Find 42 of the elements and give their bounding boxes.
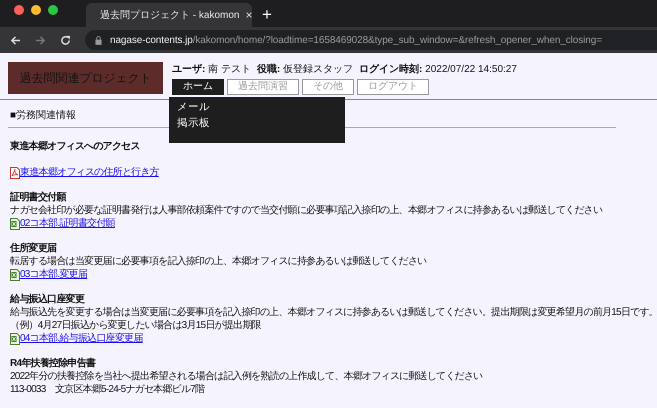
description-text: 2022年分の扶養控除を当社へ提出希望される場合は記入例を熟読の上作成して、本郷オフィスに郵送してください xyxy=(10,370,484,383)
spreadsheet-file-icon xyxy=(10,269,20,281)
reload-icon[interactable] xyxy=(60,34,71,46)
description-text: ナガセ会社印が必要な証明書発行は人事部依頼案件ですので当交付願に必要事項記入捺印の上、本郷オフィスに持参あるいは郵送してください xyxy=(10,204,604,217)
item-title: 証明書交付願 xyxy=(10,191,67,204)
forward-icon[interactable] xyxy=(35,34,46,46)
item-title: R4年扶養控除申告書 xyxy=(10,357,97,370)
description-text: 113-0033 文京区本郷5-24-5ナガセ本郷ビル7階 xyxy=(10,383,206,396)
document-link[interactable]: 04コ本部.給与振込口座変更届 xyxy=(20,332,143,345)
close-window-button[interactable] xyxy=(14,5,24,15)
browser-tab[interactable]: 過去問プロジェクト - kakomon × xyxy=(86,3,252,27)
description-text: 転居する場合は当変更届に必要事項を記入捺印の上、本郷オフィスに持参あるいは郵送してください xyxy=(10,255,428,268)
menu-item[interactable]: メール xyxy=(177,99,337,115)
site-logo: 過去問関連プロジェクト xyxy=(8,62,163,94)
spreadsheet-file-icon xyxy=(10,218,20,230)
address-bar[interactable]: nagase-contents.jp/kakomon/home/?loadtime=1658469028&type_sub_window=&refresh_opener_when_closing= xyxy=(85,30,657,50)
back-icon[interactable] xyxy=(10,34,21,46)
minimize-window-button[interactable] xyxy=(31,5,41,15)
pdf-file-icon xyxy=(10,167,20,179)
item-title: 住所変更届 xyxy=(10,242,58,255)
info-label: ログイン時刻: xyxy=(359,64,422,75)
document-link[interactable]: 02コ本部.証明書交付願 xyxy=(20,217,115,230)
item-title: 東進本郷オフィスへのアクセス xyxy=(10,140,140,153)
item-title: 給与振込口座変更 xyxy=(10,293,86,306)
zoom-window-button[interactable] xyxy=(48,5,58,15)
info-value: 2022/07/22 14:50:27 xyxy=(425,64,517,75)
section-heading: ■労務関連情報 xyxy=(10,108,76,122)
info-value: 南 テスト xyxy=(208,64,251,75)
nav-tab[interactable]: ホーム xyxy=(172,79,224,95)
close-tab-button[interactable]: × xyxy=(245,9,252,21)
menu-item[interactable]: 掲示板 xyxy=(177,115,337,131)
document-link[interactable]: 03コ本部.変更届 xyxy=(20,268,88,281)
description-text: （例）4月27日振込から変更したい場合は3月15日が提出期限 xyxy=(10,319,262,332)
info-label: 役職: xyxy=(256,64,280,75)
spreadsheet-file-icon xyxy=(10,333,20,345)
lock-icon xyxy=(95,36,102,44)
description-text: 給与振込先を変更する場合は当変更届に必要事項を記入捺印の上、本郷オフィスに持参あるいは郵送してください。提出期限は変更希望月の前月15日です。 xyxy=(10,306,657,319)
info-value: 仮登録スタッフ xyxy=(283,64,354,75)
info-label: ユーザ: xyxy=(172,64,206,75)
tab-title: 過去問プロジェクト - kakomon xyxy=(100,8,240,22)
document-link[interactable]: 東進本郷オフィスの住所と行き方 xyxy=(20,166,159,179)
new-tab-button[interactable]: + xyxy=(262,6,272,24)
